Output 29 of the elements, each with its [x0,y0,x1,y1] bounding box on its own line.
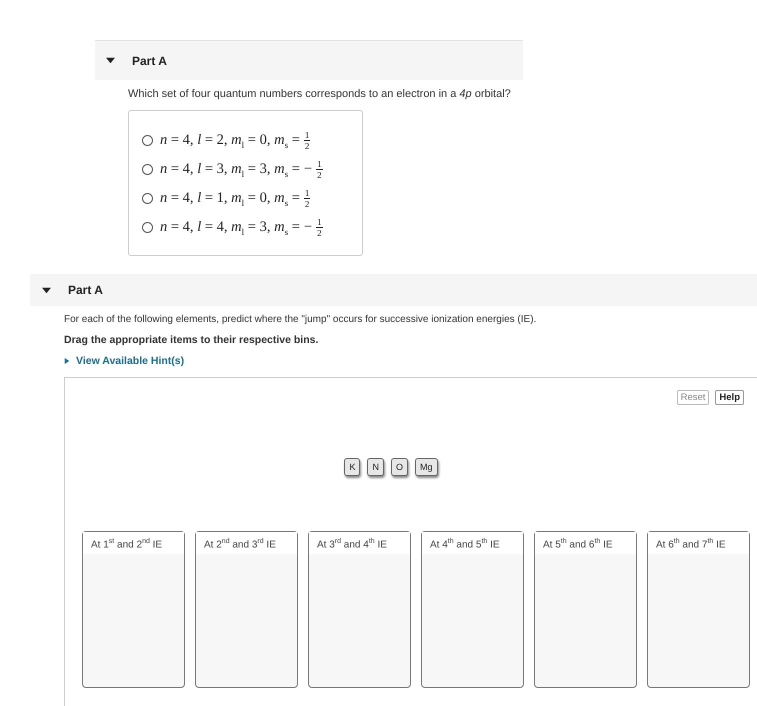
bin-label: At 2$^{nd}$ and 3$^{rd}$ IE [196,532,297,554]
part-header[interactable]: Part A [95,40,523,80]
drop-bin[interactable]: At 3$^{rd}$ and 4$^{th}$ IE [308,531,411,688]
draggable-tile[interactable]: Mg [415,458,438,476]
draggable-tile[interactable]: O [390,458,408,476]
drop-bin[interactable]: At 6$^{th}$ and 7$^{th}$ IE [647,531,750,688]
part-title: Part A [132,54,167,68]
radio-button[interactable] [142,193,153,204]
part-header[interactable]: Part A [30,274,757,306]
instruction-text: For each of the following elements, predict where the "jump" occurs for successive ionization energies (IE). [64,314,538,325]
question-text: Which set of four quantum numbers corresponds to an electron in a 4p orbital? [128,88,511,100]
drop-bin[interactable]: At 2$^{nd}$ and 3$^{rd}$ IE [195,531,298,688]
radio-button[interactable] [142,164,153,175]
directive-text: Drag the appropriate items to their respective bins. [64,334,320,346]
draggable-tile[interactable]: N [367,458,384,476]
radio-button[interactable] [142,222,153,233]
help-button[interactable]: Help [715,390,744,405]
draggable-tile[interactable]: K [344,458,360,476]
drop-bin[interactable]: At 5$^{th}$ and 6$^{th}$ IE [534,531,637,688]
drop-bin[interactable]: At 4$^{th}$ and 5$^{th}$ IE [421,531,524,688]
bin-label: At 1$^{st}$ and 2$^{nd}$ IE [83,532,184,554]
drop-bin[interactable]: At 1$^{st}$ and 2$^{nd}$ IE [82,531,185,688]
bin-label: At 6$^{th}$ and 7$^{th}$ IE [648,532,749,554]
hint-link[interactable]: View Available Hint(s) [64,355,184,367]
bin-label: At 5$^{th}$ and 6$^{th}$ IE [535,532,636,554]
radio-button[interactable] [142,135,153,146]
bin-label: At 4$^{th}$ and 5$^{th}$ IE [422,532,523,554]
part-title: Part A [68,283,103,297]
bin-label: At 3$^{rd}$ and 4$^{th}$ IE [309,532,410,554]
